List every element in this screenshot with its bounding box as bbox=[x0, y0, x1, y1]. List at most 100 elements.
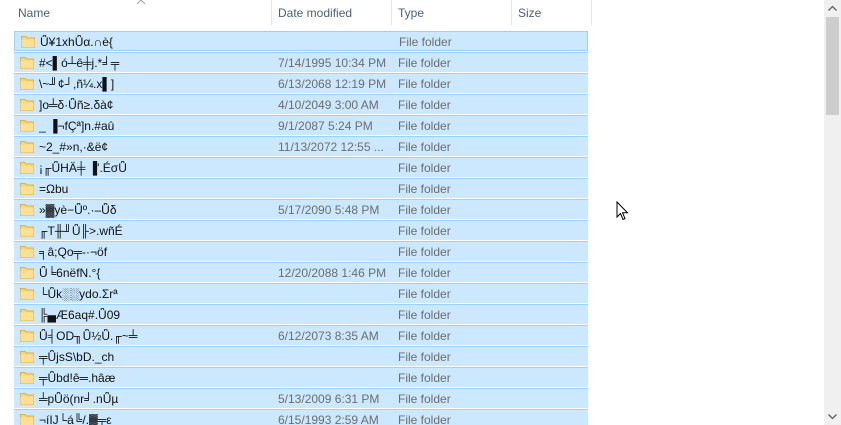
file-date-modified: 12/20/2088 1:46 PM bbox=[278, 266, 387, 280]
file-row[interactable]: ¬íIJ└á╚/.▓╤ε 6/15/1993 2:59 AM File folder bbox=[14, 409, 588, 425]
file-type: File folder bbox=[398, 77, 451, 91]
file-name: └Ǖk░░ydo.Σrª bbox=[39, 287, 118, 301]
file-type: File folder bbox=[398, 140, 451, 154]
scroll-down-arrow-icon[interactable] bbox=[824, 408, 841, 425]
folder-icon bbox=[20, 371, 34, 384]
file-date-modified bbox=[278, 242, 390, 262]
file-row[interactable]: ¡╓ǕHÄ╪ ▐'.ÉσǕ File folder bbox=[14, 157, 588, 177]
folder-icon bbox=[20, 266, 34, 279]
column-header-size[interactable]: Size bbox=[512, 0, 591, 25]
column-header: Name Date modified Type Size bbox=[0, 0, 824, 25]
file-date-modified: 5/13/2009 6:31 PM bbox=[278, 392, 380, 406]
file-date-modified: 5/17/2090 5:48 PM bbox=[278, 203, 380, 217]
file-row[interactable]: Ǖ╘6nëfN.°{ 12/20/2088 1:46 PM File folder bbox=[14, 262, 588, 282]
file-name: ╤ǕjsS\bD._ch bbox=[39, 350, 115, 364]
folder-icon bbox=[20, 182, 34, 195]
file-type: File folder bbox=[398, 56, 451, 70]
file-row[interactable]: ╤ǕjsS\bD._ch File folder bbox=[14, 346, 588, 366]
folder-icon bbox=[20, 329, 34, 342]
file-type: File folder bbox=[398, 287, 451, 301]
file-row[interactable]: ╓T╫╜Ǖ╟>.wñÉ File folder bbox=[14, 220, 588, 240]
file-name: ╤Ǖbd!ê═.hâæ bbox=[39, 371, 116, 385]
file-list[interactable]: Ǖ¥1xhǕα.∩è{File folder #<▌ó┴ê╪j.*╛╤ 7/14/1… bbox=[0, 31, 824, 425]
file-type: File folder bbox=[398, 350, 451, 364]
folder-icon bbox=[20, 203, 34, 216]
column-header-date-modified[interactable]: Date modified bbox=[272, 0, 391, 25]
file-date-modified bbox=[278, 368, 390, 388]
file-name: ╧pǕö(nr╛.nǕµ bbox=[39, 392, 119, 406]
folder-icon bbox=[20, 287, 34, 300]
file-row[interactable]: ╧pǕö(nr╛.nǕµ 5/13/2009 6:31 PM File folder bbox=[14, 388, 588, 408]
file-type: File folder bbox=[398, 266, 451, 280]
file-row[interactable]: »▓yè−Ǖº.·–Ǖδ 5/17/2090 5:48 PM File folder bbox=[14, 199, 588, 219]
file-name: ¡╓ǕHÄ╪ ▐'.ÉσǕ bbox=[39, 161, 127, 175]
file-name: ¬íIJ└á╚/.▓╤ε bbox=[39, 413, 112, 425]
file-type: File folder bbox=[398, 203, 451, 217]
file-name: Ǖ╘6nëfN.°{ bbox=[39, 266, 101, 280]
file-name: Ǖ¥1xhǕα.∩è{ bbox=[40, 35, 113, 49]
file-date-modified bbox=[278, 347, 390, 367]
column-divider[interactable] bbox=[591, 0, 592, 25]
chevron-up-icon bbox=[136, 0, 146, 5]
file-date-modified: 6/13/2068 12:19 PM bbox=[278, 77, 387, 91]
file-type: File folder bbox=[398, 308, 451, 322]
folder-icon bbox=[20, 98, 34, 111]
file-name: ╕â;Qo╤-·¬öf bbox=[39, 245, 108, 259]
scrollbar-thumb[interactable] bbox=[826, 17, 839, 115]
file-row[interactable]: =Ωbu File folder bbox=[14, 178, 588, 198]
file-row[interactable]: Ǖ¥1xhǕα.∩è{ File folder bbox=[14, 31, 588, 51]
file-row[interactable]: ╤Ǖbd!ê═.hâæ File folder bbox=[14, 367, 588, 387]
file-row[interactable]: _ ▐¬fÇª]n.#aû 9/1/2087 5:24 PM File folder bbox=[14, 115, 588, 135]
folder-icon bbox=[20, 119, 34, 132]
file-type: File folder bbox=[399, 35, 452, 49]
file-date-modified bbox=[278, 179, 390, 199]
file-type: File folder bbox=[398, 413, 451, 425]
file-date-modified: 4/10/2049 3:00 AM bbox=[278, 98, 379, 112]
file-type: File folder bbox=[398, 182, 451, 196]
file-type: File folder bbox=[398, 161, 451, 175]
column-header-name-label: Name bbox=[18, 6, 51, 20]
file-row[interactable]: \~╜¢┘,ñ¼.x▌] 6/13/2068 12:19 PM File folde… bbox=[14, 73, 588, 93]
vertical-scrollbar[interactable] bbox=[824, 0, 841, 425]
folder-icon bbox=[20, 56, 34, 69]
folder-icon bbox=[21, 35, 35, 48]
file-date-modified: 11/13/2072 12:55 ... bbox=[278, 140, 384, 154]
file-row[interactable]: #<▌ó┴ê╪j.*╛╤ 7/14/1995 10:34 PM File folde… bbox=[14, 52, 588, 72]
file-name: _ ▐¬fÇª]n.#aû bbox=[39, 119, 115, 133]
file-date-modified bbox=[278, 221, 390, 241]
scroll-up-arrow-icon[interactable] bbox=[824, 0, 841, 17]
mouse-cursor-icon bbox=[616, 201, 629, 221]
file-date-modified bbox=[278, 284, 390, 304]
folder-icon bbox=[20, 140, 34, 153]
file-type: File folder bbox=[398, 119, 451, 133]
file-row[interactable]: ~2_#»n,·&ë¢ 11/13/2072 12:55 ... File fold… bbox=[14, 136, 588, 156]
column-header-size-label: Size bbox=[518, 6, 542, 20]
file-name: »▓yè−Ǖº.·–Ǖδ bbox=[39, 203, 117, 217]
file-date-modified bbox=[278, 305, 390, 325]
folder-icon bbox=[20, 350, 34, 363]
folder-icon bbox=[20, 308, 34, 321]
folder-icon bbox=[20, 413, 34, 425]
folder-icon bbox=[20, 392, 34, 405]
file-row[interactable]: ╠▄Æ6aq#.Ǖ09 File folder bbox=[14, 304, 588, 324]
column-header-type[interactable]: Type bbox=[392, 0, 511, 25]
folder-icon bbox=[20, 224, 34, 237]
file-row[interactable]: Ǖ╡OD╖Ǖ½Ǖ.╓~╧ 6/12/2073 8:35 AM File folder bbox=[14, 325, 588, 345]
file-row[interactable]: ╕â;Qo╤-·¬öf File folder bbox=[14, 241, 588, 261]
file-date-modified: 6/12/2073 8:35 AM bbox=[278, 329, 379, 343]
file-type: File folder bbox=[398, 392, 451, 406]
file-date-modified: 9/1/2087 5:24 PM bbox=[278, 119, 373, 133]
file-type: File folder bbox=[398, 224, 451, 238]
file-type: File folder bbox=[398, 98, 451, 112]
file-date-modified bbox=[279, 32, 391, 52]
file-name: =Ωbu bbox=[39, 182, 69, 196]
folder-icon bbox=[20, 77, 34, 90]
file-name: \~╜¢┘,ñ¼.x▌] bbox=[39, 77, 115, 91]
file-row[interactable]: └Ǖk░░ydo.Σrª File folder bbox=[14, 283, 588, 303]
file-type: File folder bbox=[398, 245, 451, 259]
column-header-type-label: Type bbox=[398, 6, 425, 20]
file-name: ╠▄Æ6aq#.Ǖ09 bbox=[39, 308, 121, 322]
file-row[interactable]: ]o╧δ·Ǖñ≥.δà¢ 4/10/2049 3:00 AM File folder bbox=[14, 94, 588, 114]
file-name: ~2_#»n,·&ë¢ bbox=[39, 140, 109, 154]
file-type: File folder bbox=[398, 371, 451, 385]
